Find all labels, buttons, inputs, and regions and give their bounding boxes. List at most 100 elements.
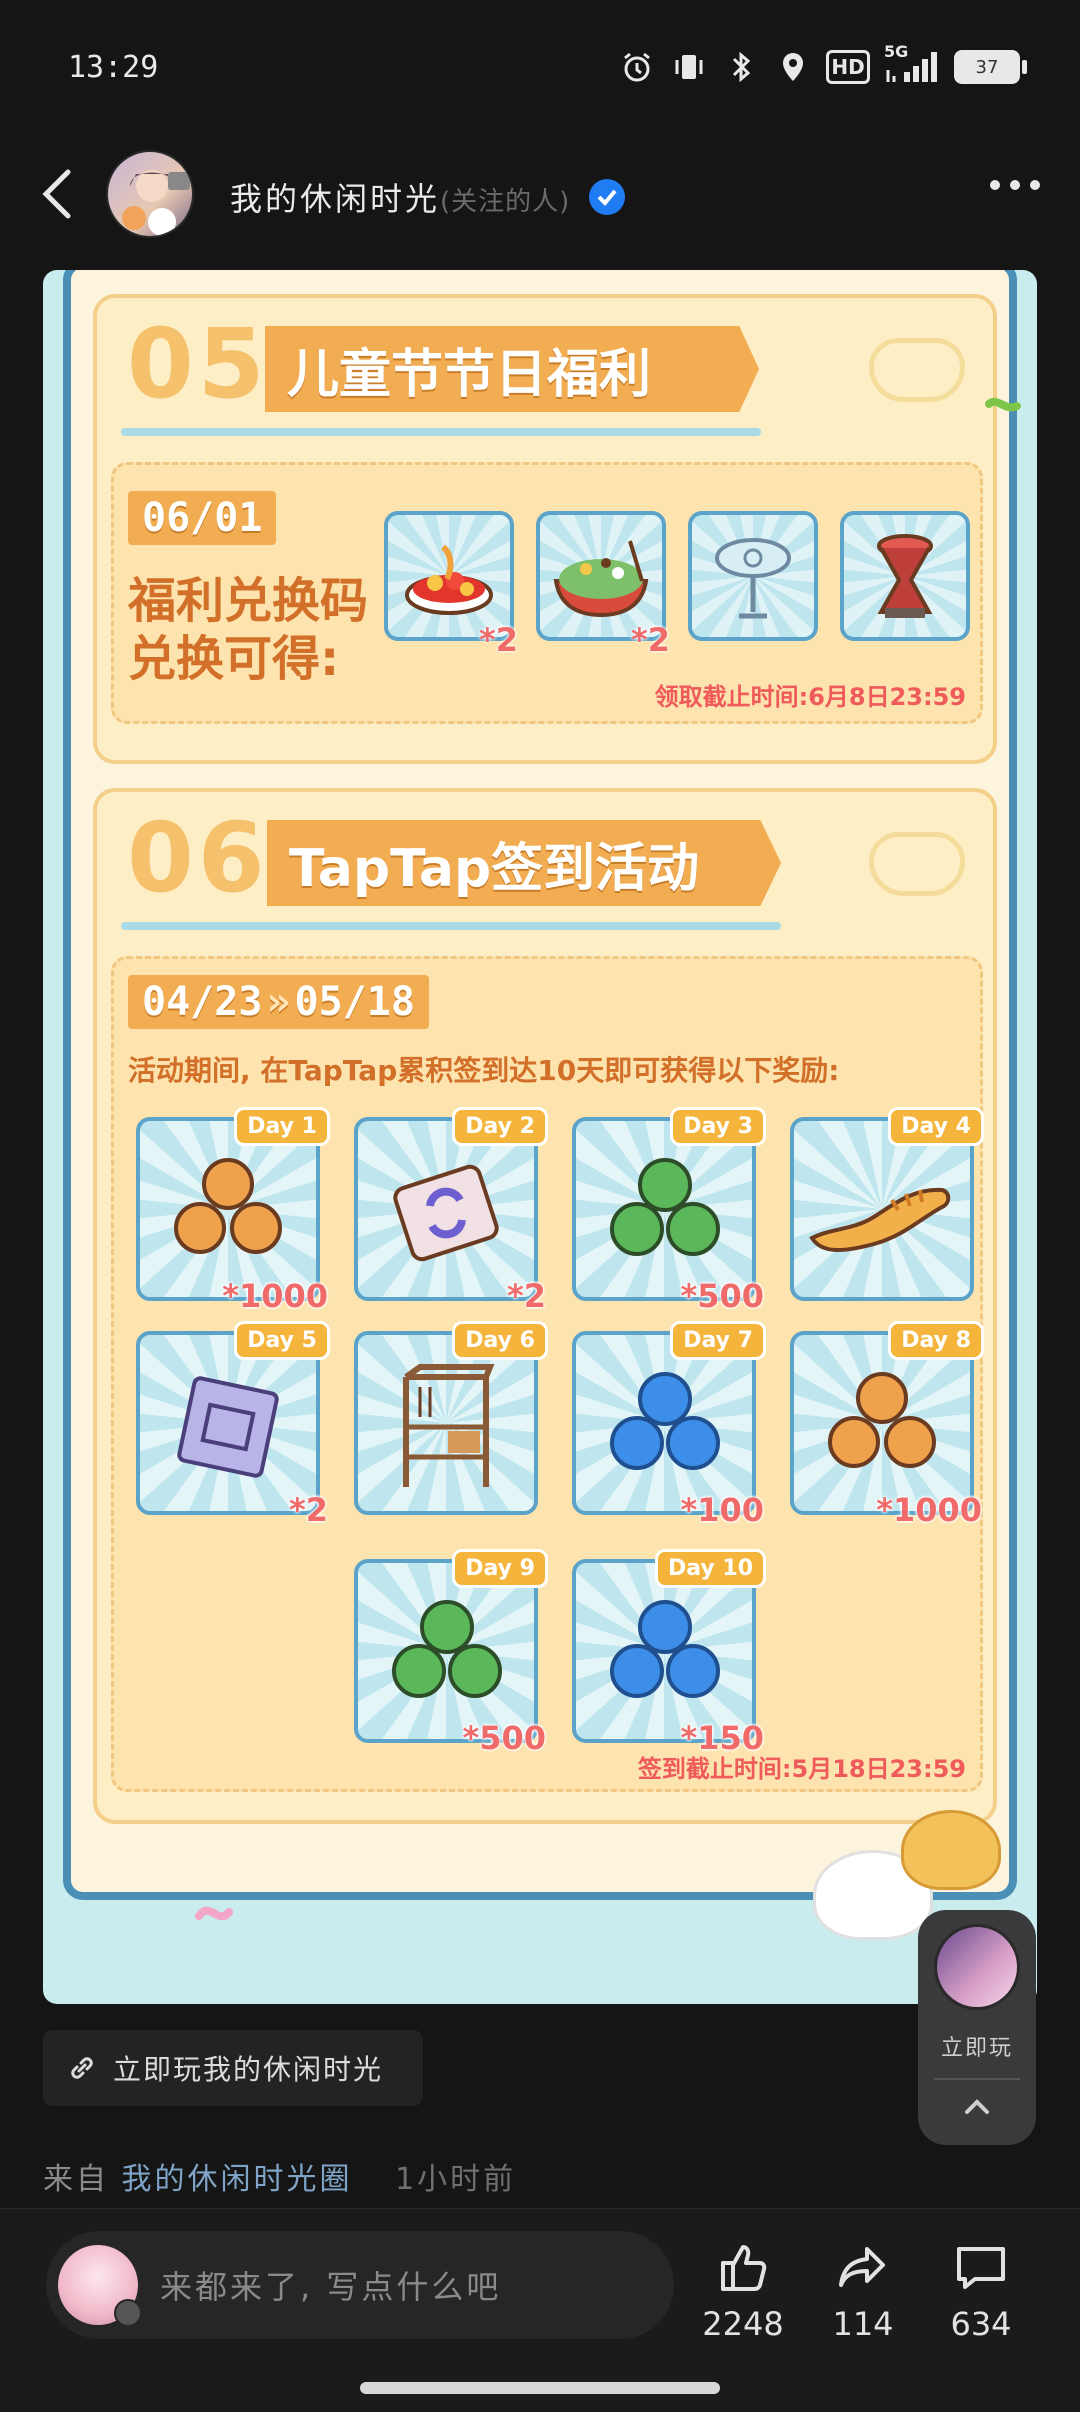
source-prefix: 来自 bbox=[43, 2162, 109, 2197]
status-time: 13:29 bbox=[68, 50, 159, 85]
day-qty: *2 bbox=[289, 1491, 328, 1529]
post-image[interactable]: 05 儿童节节日福利 06/01 福利兑换码 兑换可得: *2 *2 领取截止时… bbox=[43, 270, 1037, 2004]
day-badge: Day 2 bbox=[452, 1107, 548, 1146]
banner-underline bbox=[121, 922, 781, 930]
hourglass-stool-icon bbox=[877, 534, 933, 619]
comment-button[interactable]: 634 bbox=[926, 2239, 1036, 2343]
post-source: 来自 我的休闲时光圈 1小时前 bbox=[43, 2154, 516, 2198]
day-badge: Day 6 bbox=[452, 1321, 548, 1360]
float-play-label[interactable]: 立即玩 bbox=[918, 2030, 1036, 2062]
day-reward-7: Day 7 *100 bbox=[572, 1321, 766, 1529]
date-arrow-icon: » bbox=[266, 979, 291, 1025]
more-dot-icon bbox=[990, 180, 1000, 190]
coin-pile-icon bbox=[822, 1371, 942, 1482]
vibrate-icon bbox=[670, 48, 708, 86]
day-qty: *1000 bbox=[876, 1491, 982, 1529]
exchange-ticket-icon bbox=[393, 1164, 499, 1261]
thumbs-up-icon bbox=[721, 2245, 767, 2291]
cat-outline-icon bbox=[869, 832, 965, 896]
day-badge: Day 10 bbox=[654, 1549, 766, 1588]
checkin-box: 04/23 » 05/18 活动期间, 在TapTap累积签到达10天即可获得以… bbox=[111, 956, 984, 1792]
share-count: 114 bbox=[832, 2305, 894, 2343]
candy-decoration-icon bbox=[195, 1906, 233, 1921]
fruit-dessert-icon bbox=[405, 545, 493, 616]
section-number: 06 bbox=[127, 802, 269, 914]
section-children-day: 05 儿童节节日福利 06/01 福利兑换码 兑换可得: *2 *2 领取截止时… bbox=[93, 294, 997, 764]
blueprint-scroll-icon bbox=[177, 1375, 279, 1478]
orange-cat-mascot bbox=[901, 1810, 1001, 1890]
day-reward-9: Day 9 *500 bbox=[354, 1549, 548, 1757]
blue-swirl-pile-icon bbox=[604, 1599, 724, 1710]
hd-badge: HD bbox=[826, 50, 870, 84]
network-label: 5G bbox=[884, 42, 909, 61]
comment-placeholder: 来都来了, 写点什么吧 bbox=[160, 2268, 502, 2306]
wardrobe-shelf-icon bbox=[403, 1363, 495, 1487]
floating-play-widget[interactable]: 立即玩 bbox=[918, 1910, 1036, 2145]
follow-hint: (关注的人) bbox=[440, 187, 571, 217]
day-qty: *2 bbox=[507, 1277, 546, 1315]
day-qty: *500 bbox=[462, 1719, 546, 1757]
day-reward-4: Day 4 bbox=[790, 1107, 984, 1301]
reward-item-fruit-dessert: *2 bbox=[384, 511, 518, 659]
divider bbox=[934, 2078, 1020, 2080]
status-bar: 13:29 HD 5G 37 bbox=[0, 0, 1080, 130]
reward-qty: *2 bbox=[479, 621, 518, 659]
day-badge: Day 3 bbox=[670, 1107, 766, 1146]
day-reward-8: Day 8 *1000 bbox=[790, 1321, 984, 1529]
share-button[interactable]: 114 bbox=[808, 2239, 918, 2343]
worm-decoration-icon bbox=[985, 397, 1021, 412]
bottom-action-bar: 来都来了, 写点什么吧 2248 114 634 bbox=[0, 2208, 1080, 2412]
chevron-up-icon[interactable] bbox=[962, 2092, 992, 2122]
section-number: 05 bbox=[127, 308, 269, 420]
date-tag: 06/01 bbox=[128, 491, 277, 545]
day-qty: *500 bbox=[680, 1277, 764, 1315]
redeem-box: 06/01 福利兑换码 兑换可得: *2 *2 领取截止时间:6月8日23:59 bbox=[111, 462, 983, 724]
post-header: 我的休闲时光(关注的人) bbox=[0, 140, 1080, 250]
alarm-icon bbox=[618, 48, 656, 86]
day-reward-5: Day 5 *2 bbox=[136, 1321, 330, 1529]
game-icon[interactable] bbox=[934, 1924, 1020, 2010]
avatar-badge-icon bbox=[114, 2299, 142, 2327]
author-title[interactable]: 我的休闲时光(关注的人) bbox=[230, 174, 626, 220]
status-icons: HD 5G 37 bbox=[618, 42, 1027, 86]
comment-input[interactable]: 来都来了, 写点什么吧 bbox=[46, 2231, 674, 2339]
author-avatar[interactable] bbox=[106, 150, 194, 238]
date-start: 04/23 bbox=[142, 979, 263, 1025]
redeem-desc-line2: 兑换可得: bbox=[128, 631, 340, 687]
poster-frame: 05 儿童节节日福利 06/01 福利兑换码 兑换可得: *2 *2 领取截止时… bbox=[63, 270, 1017, 1900]
more-dot-icon bbox=[1030, 180, 1040, 190]
banner-underline bbox=[121, 428, 761, 436]
more-options-button[interactable] bbox=[990, 180, 1040, 190]
home-indicator[interactable] bbox=[360, 2382, 720, 2394]
day-badge: Day 1 bbox=[234, 1107, 330, 1146]
day-reward-6: Day 6 bbox=[354, 1321, 548, 1515]
coin-pile-icon bbox=[168, 1157, 288, 1268]
day-reward-1: Day 1 *1000 bbox=[136, 1107, 330, 1315]
section-taptap-checkin: 06 TapTap签到活动 04/23 » 05/18 活动期间, 在TapTa… bbox=[93, 788, 997, 1824]
source-circle-link[interactable]: 我的休闲时光圈 bbox=[122, 2162, 353, 2197]
leaf-pile-icon bbox=[604, 1157, 724, 1268]
reward-item-shaved-ice: *2 bbox=[536, 511, 670, 659]
day-reward-2: Day 2 *2 bbox=[354, 1107, 548, 1315]
play-game-link[interactable]: 立即玩我的休闲时光 bbox=[43, 2030, 423, 2106]
day-badge: Day 9 bbox=[452, 1549, 548, 1588]
date-range-start: 04/23 » 05/18 bbox=[128, 975, 429, 1029]
day-reward-10: Day 10 *150 bbox=[572, 1549, 766, 1757]
reward-qty: *2 bbox=[631, 621, 670, 659]
day-badge: Day 8 bbox=[888, 1321, 984, 1360]
shaved-ice-icon bbox=[553, 540, 649, 618]
comment-icon bbox=[957, 2247, 1005, 2289]
my-avatar bbox=[58, 2245, 142, 2327]
day-badge: Day 7 bbox=[670, 1321, 766, 1360]
signal-icon: 5G bbox=[884, 42, 940, 86]
post-time-ago: 1小时前 bbox=[395, 2162, 517, 2197]
leaf-pile-icon bbox=[386, 1599, 506, 1710]
day-badge: Day 4 bbox=[888, 1107, 984, 1146]
checkin-deadline: 签到截止时间:5月18日23:59 bbox=[637, 1755, 966, 1783]
chevron-left-icon bbox=[42, 169, 71, 219]
like-button[interactable]: 2248 bbox=[688, 2239, 798, 2343]
section-banner: TapTap签到活动 bbox=[267, 820, 781, 906]
back-button[interactable] bbox=[34, 164, 84, 224]
day-qty: *1000 bbox=[222, 1277, 328, 1315]
battery-icon: 37 bbox=[954, 50, 1027, 84]
